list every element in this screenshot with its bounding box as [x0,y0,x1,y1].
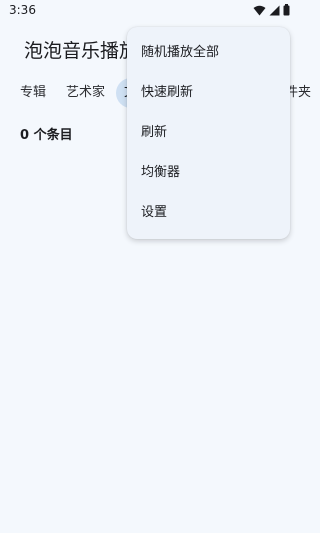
wifi-icon [253,5,266,16]
overflow-menu: 随机播放全部 快速刷新 刷新 均衡器 设置 [127,27,290,239]
menu-item-quick-refresh[interactable]: 快速刷新 [141,78,193,108]
menu-item-shuffle-all[interactable]: 随机播放全部 [141,38,219,68]
signal-icon [269,5,280,16]
item-count: 0 个条目 [20,128,73,143]
status-time: 3:36 [9,3,36,17]
status-bar: 3:36 [0,0,300,22]
status-icons [253,4,290,16]
menu-item-settings[interactable]: 设置 [141,198,167,228]
menu-item-refresh[interactable]: 刷新 [141,118,167,148]
tab-albums[interactable]: 专辑 [20,78,46,108]
battery-icon [283,4,290,16]
menu-item-equalizer[interactable]: 均衡器 [141,158,180,188]
tab-artists[interactable]: 艺术家 [66,78,105,108]
